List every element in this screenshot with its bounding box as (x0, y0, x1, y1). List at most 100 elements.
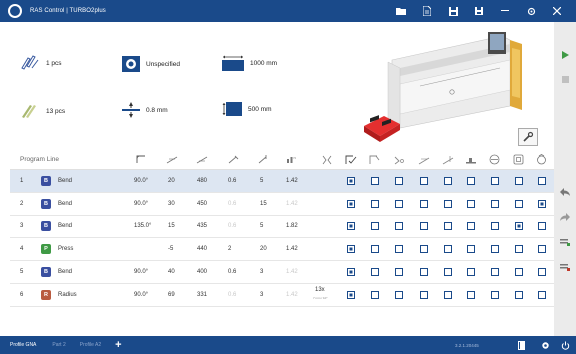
row-checkbox-3[interactable] (395, 268, 403, 277)
row-checkbox-3[interactable] (395, 245, 403, 254)
clamp-value[interactable]: 0.6 (228, 178, 236, 184)
x-value[interactable]: 15 (168, 223, 175, 229)
row-checkbox-6[interactable] (467, 176, 475, 185)
power-icon[interactable] (558, 339, 572, 351)
row-checkbox-5[interactable] (444, 222, 452, 231)
row-checkbox-7[interactable] (491, 290, 499, 299)
upper-value[interactable]: 5 (260, 178, 263, 184)
row-checkbox-7[interactable] (491, 245, 499, 254)
row-checkbox-6[interactable] (467, 199, 475, 208)
row-checkbox-6[interactable] (467, 268, 475, 277)
row-checkbox-1[interactable] (347, 176, 355, 185)
row-checkbox-4[interactable] (420, 245, 428, 254)
r-value[interactable]: 435 (197, 223, 207, 229)
row-checkbox-2[interactable] (371, 268, 379, 277)
upper-value[interactable]: 20 (260, 246, 267, 252)
row-checkbox-5[interactable] (444, 268, 452, 277)
quantity-field[interactable]: 1 pcs (20, 54, 62, 72)
row-checkbox-2[interactable] (371, 290, 379, 299)
profile-tab-1[interactable]: Profile GNA (10, 342, 36, 348)
close-icon[interactable] (544, 0, 570, 22)
x-value[interactable]: 40 (168, 269, 175, 275)
undo-icon[interactable] (554, 185, 576, 199)
clamp-value[interactable]: 2 (228, 246, 231, 252)
row-checkbox-4[interactable] (420, 290, 428, 299)
x-value[interactable]: -5 (168, 246, 173, 252)
x-value[interactable]: 30 (168, 201, 175, 207)
length-field[interactable]: 1000 mm (222, 55, 277, 71)
x-value[interactable]: 20 (168, 178, 175, 184)
row-checkbox-5[interactable] (444, 199, 452, 208)
speed-value[interactable]: 1.42 (286, 178, 298, 184)
save-icon[interactable] (440, 0, 466, 22)
profile-tab-3[interactable]: Profile A2 (80, 342, 101, 348)
speed-value[interactable]: 1.42 (286, 269, 298, 275)
save-as-icon[interactable] (466, 0, 492, 22)
upper-value[interactable]: 5 (260, 223, 263, 229)
row-checkbox-5[interactable] (444, 176, 452, 185)
row-checkbox-3[interactable] (395, 290, 403, 299)
row-checkbox-1[interactable] (347, 199, 355, 208)
row-checkbox-1[interactable] (347, 222, 355, 231)
row-checkbox-5[interactable] (444, 290, 452, 299)
row-checkbox-6[interactable] (467, 222, 475, 231)
r-value[interactable]: 440 (197, 246, 207, 252)
row-checkbox-9[interactable] (538, 245, 546, 254)
table-row[interactable]: 3 B Bend 135.0° 15 435 0.6 5 1.82 (10, 216, 554, 239)
upper-value[interactable]: 15 (260, 201, 267, 207)
row-checkbox-2[interactable] (371, 222, 379, 231)
angle-value[interactable]: 90.0° (134, 269, 148, 275)
upper-value[interactable]: 3 (260, 269, 263, 275)
profile-tab-2[interactable]: Part 2 (52, 342, 65, 348)
row-checkbox-8[interactable] (515, 268, 523, 277)
table-row[interactable]: 5 B Bend 90.0° 40 400 0.6 3 1.42 (10, 261, 554, 284)
row-checkbox-7[interactable] (491, 222, 499, 231)
r-value[interactable]: 331 (197, 292, 207, 298)
row-checkbox-9[interactable] (538, 222, 546, 231)
row-checkbox-4[interactable] (420, 176, 428, 185)
minimize-icon[interactable] (492, 0, 518, 22)
x-value[interactable]: 69 (168, 292, 175, 298)
row-checkbox-1[interactable] (347, 268, 355, 277)
row-checkbox-5[interactable] (444, 245, 452, 254)
book-icon[interactable] (514, 339, 528, 351)
row-checkbox-6[interactable] (467, 245, 475, 254)
row-checkbox-8[interactable] (515, 199, 523, 208)
row-checkbox-2[interactable] (371, 199, 379, 208)
row-checkbox-1[interactable] (347, 290, 355, 299)
row-checkbox-3[interactable] (395, 199, 403, 208)
row-checkbox-4[interactable] (420, 199, 428, 208)
r-value[interactable]: 480 (197, 178, 207, 184)
row-checkbox-2[interactable] (371, 176, 379, 185)
row-checkbox-3[interactable] (395, 222, 403, 231)
thickness-field[interactable]: 0.8 mm (122, 102, 168, 118)
row-checkbox-7[interactable] (491, 268, 499, 277)
add-profile-button[interactable]: + (115, 339, 121, 351)
width-field[interactable]: 500 mm (222, 102, 271, 116)
row-checkbox-6[interactable] (467, 290, 475, 299)
row-checkbox-8[interactable] (515, 222, 523, 231)
folder-icon[interactable] (388, 0, 414, 22)
settings-icon[interactable] (518, 0, 544, 22)
row-checkbox-3[interactable] (395, 176, 403, 185)
row-checkbox-7[interactable] (491, 199, 499, 208)
tool-settings-button[interactable] (518, 128, 538, 146)
speed-value[interactable]: 1.82 (286, 223, 298, 229)
clamp-value[interactable]: 0.6 (228, 223, 236, 229)
table-row[interactable]: 2 B Bend 90.0° 30 450 0.6 15 1.42 (10, 193, 554, 216)
stack-field[interactable]: 13 pcs (20, 103, 65, 119)
table-row[interactable]: 1 B Bend 90.0° 20 480 0.6 5 1.42 (10, 170, 554, 193)
row-checkbox-7[interactable] (491, 176, 499, 185)
table-row[interactable]: 4 P Press -5 440 2 20 1.42 (10, 238, 554, 262)
tool-field[interactable]: Unspecified (122, 56, 180, 72)
row-checkbox-9[interactable] (538, 176, 546, 185)
row-checkbox-2[interactable] (371, 245, 379, 254)
angle-value[interactable]: 90.0° (134, 292, 148, 298)
delete-line-icon[interactable] (554, 260, 576, 274)
angle-value[interactable]: 90.0° (134, 201, 148, 207)
play-icon[interactable] (554, 48, 576, 62)
speed-value[interactable]: 1.42 (286, 292, 298, 298)
row-checkbox-1[interactable] (347, 245, 355, 254)
row-checkbox-9[interactable] (538, 290, 546, 299)
row-checkbox-8[interactable] (515, 290, 523, 299)
